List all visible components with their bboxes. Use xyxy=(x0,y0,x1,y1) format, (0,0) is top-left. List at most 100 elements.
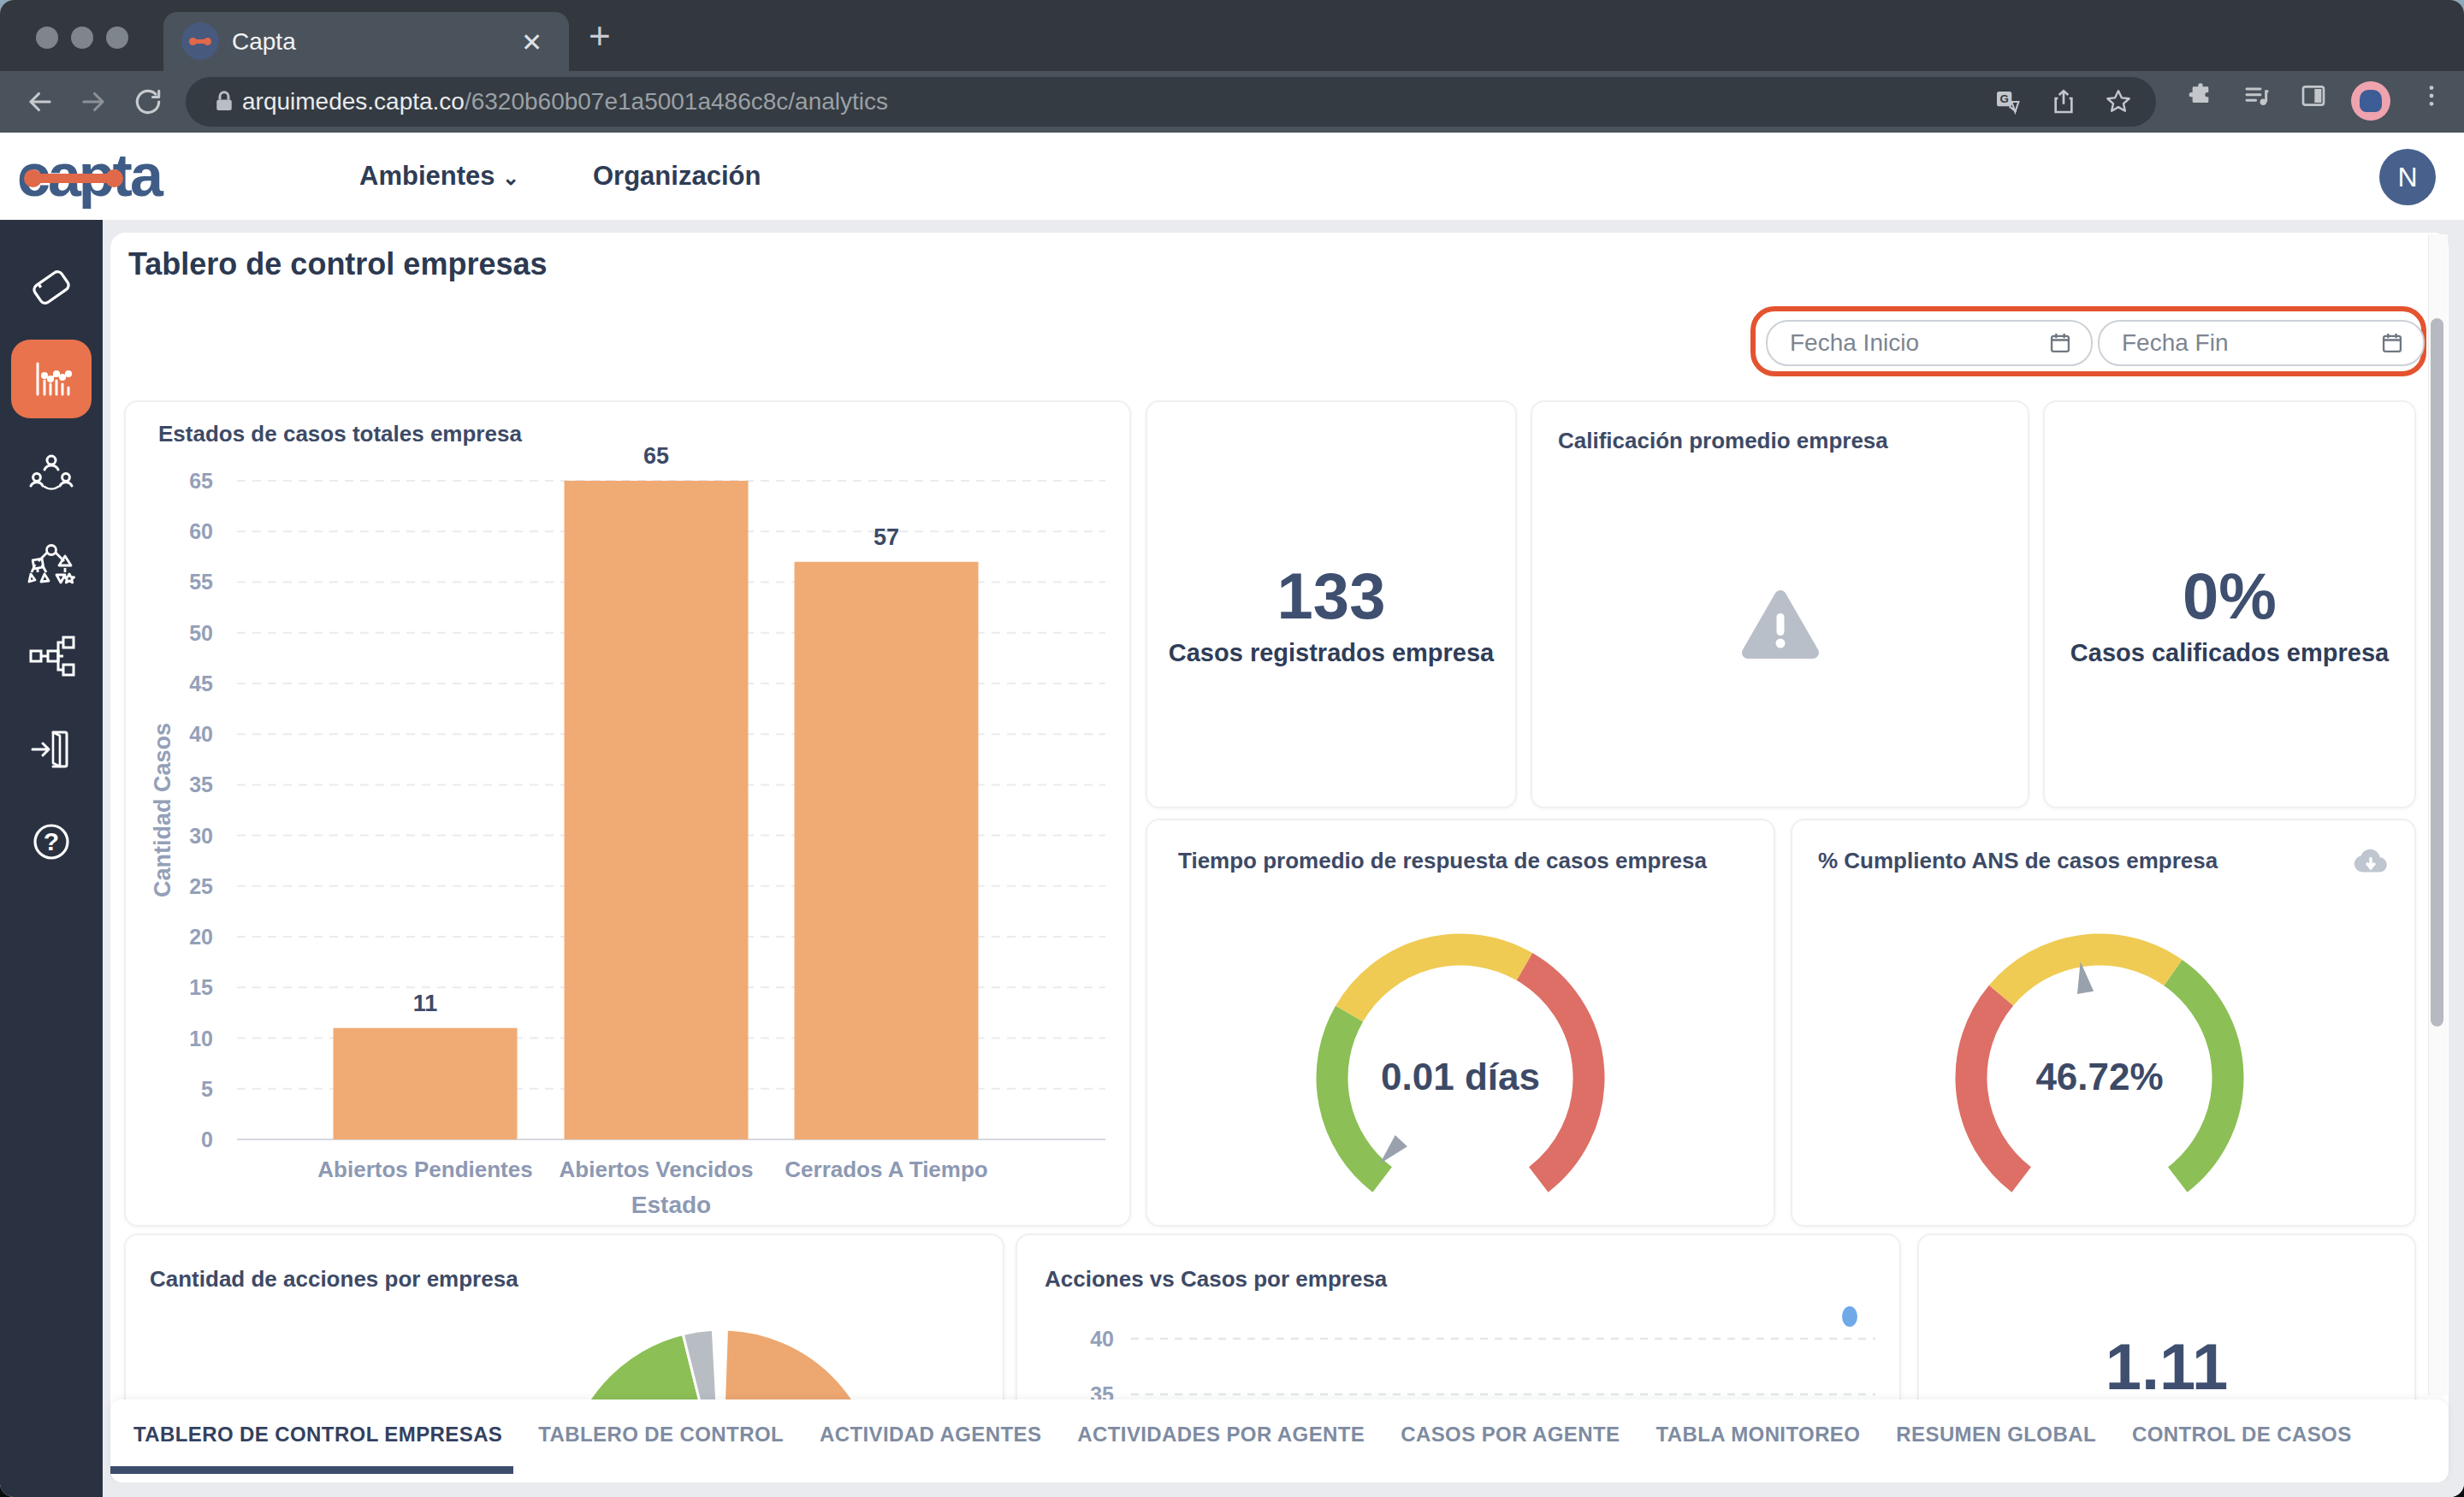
bottom-tab-5[interactable]: TABLA MONITOREO xyxy=(1656,1423,1860,1447)
browser-profile-avatar[interactable] xyxy=(2351,81,2390,121)
active-tab-indicator xyxy=(110,1466,513,1474)
card-casos-registrados: 133 Casos registrados empresa xyxy=(1146,400,1517,808)
app-header: capta Ambientes ⌄ Organización N xyxy=(0,133,2464,220)
rating-card-title: Calificación promedio empresa xyxy=(1558,428,1888,454)
new-tab-button[interactable]: + xyxy=(589,22,611,50)
page-scrollbar-thumb[interactable] xyxy=(2431,318,2443,1027)
user-avatar[interactable]: N xyxy=(2379,149,2436,205)
calendar-icon xyxy=(2048,331,2072,355)
window-minimize-button[interactable] xyxy=(71,27,93,49)
help-icon[interactable]: ? xyxy=(27,818,75,866)
card-gauge-ans: % Cumpliento ANS de casos empresa 46.72% xyxy=(1791,819,2416,1227)
svg-text:Abiertos Pendientes: Abiertos Pendientes xyxy=(317,1157,532,1182)
svg-text:0: 0 xyxy=(201,1127,213,1151)
svg-text:65: 65 xyxy=(643,443,669,469)
team-icon[interactable] xyxy=(27,449,75,497)
svg-text:Cerrados A Tiempo: Cerrados A Tiempo xyxy=(785,1157,987,1182)
extensions-icon[interactable] xyxy=(2187,82,2214,109)
url-text: arquimedes.capta.co/6320b60b07e1a5001a48… xyxy=(242,77,888,127)
page-title: Tablero de control empresas xyxy=(128,246,547,282)
lock-icon xyxy=(211,89,237,115)
svg-text:46.72%: 46.72% xyxy=(2035,1056,2163,1098)
card-calificacion: Calificación promedio empresa xyxy=(1531,400,2029,808)
svg-text:60: 60 xyxy=(189,519,213,543)
bottom-tab-7[interactable]: CONTROL DE CASOS xyxy=(2132,1423,2352,1447)
tab-close-icon[interactable]: ✕ xyxy=(521,27,542,57)
url-bar[interactable]: arquimedes.capta.co/6320b60b07e1a5001a48… xyxy=(186,77,2156,127)
svg-text:25: 25 xyxy=(189,874,213,898)
fecha-inicio-input[interactable]: Fecha Inicio xyxy=(1766,320,2093,366)
svg-text:?: ? xyxy=(44,827,59,855)
reload-icon[interactable] xyxy=(132,86,164,118)
kpi-qualified-label: Casos calificados empresa xyxy=(2045,639,2414,667)
analytics-icon[interactable] xyxy=(27,355,75,403)
svg-text:Cantidad Casos: Cantidad Casos xyxy=(150,723,175,897)
browser-menu-icon[interactable] xyxy=(2418,82,2445,109)
calendar-icon xyxy=(2380,331,2404,355)
browser-titlebar: Capta ✕ + xyxy=(0,0,2464,71)
kpi-ratio-value: 1.11 xyxy=(1919,1329,2414,1404)
tab-title: Capta xyxy=(232,28,296,56)
tree-icon[interactable] xyxy=(27,541,75,589)
media-playlist-icon[interactable] xyxy=(2243,82,2271,109)
gauge-tiempo-title: Tiempo promedio de respuesta de casos em… xyxy=(1178,848,1707,874)
browser-toolbar: arquimedes.capta.co/6320b60b07e1a5001a48… xyxy=(0,71,2464,133)
bar-chart-title: Estados de casos totales empresa xyxy=(158,421,522,447)
nav-ambientes[interactable]: Ambientes ⌄ xyxy=(359,161,519,192)
svg-text:Estado: Estado xyxy=(631,1192,711,1218)
bottom-strip xyxy=(103,1482,2464,1497)
gauge-ans-chart: 46.72% xyxy=(1792,820,2414,1225)
svg-text:35: 35 xyxy=(189,772,213,796)
capta-favicon xyxy=(181,22,219,60)
bar-chart: 05101520253035404550556065Cantidad Casos… xyxy=(126,402,1129,1225)
svg-text:11: 11 xyxy=(413,991,438,1016)
side-panel-icon[interactable] xyxy=(2300,82,2327,109)
svg-text:Abiertos Vencidos: Abiertos Vencidos xyxy=(560,1157,754,1182)
warning-icon xyxy=(1738,586,1823,665)
forward-icon[interactable] xyxy=(77,86,110,118)
ticket-icon[interactable] xyxy=(27,263,75,311)
svg-text:20: 20 xyxy=(189,925,213,949)
bottom-tab-2[interactable]: ACTIVIDAD AGENTES xyxy=(820,1423,1041,1447)
svg-text:15: 15 xyxy=(189,975,213,999)
logout-icon[interactable] xyxy=(27,725,75,773)
svg-text:55: 55 xyxy=(189,570,213,594)
svg-text:40: 40 xyxy=(1090,1327,1114,1351)
svg-text:5: 5 xyxy=(201,1077,213,1101)
svg-text:65: 65 xyxy=(189,469,213,493)
svg-text:57: 57 xyxy=(874,524,899,550)
bottom-tab-4[interactable]: CASOS POR AGENTE xyxy=(1401,1423,1620,1447)
bottom-tab-1[interactable]: TABLERO DE CONTROL xyxy=(538,1423,784,1447)
browser-window: Capta ✕ + arquimedes.capta.co/6320b60b07… xyxy=(0,0,2464,1497)
back-icon[interactable] xyxy=(24,86,56,118)
capta-logo[interactable]: capta xyxy=(17,141,222,210)
kpi-registered-label: Casos registrados empresa xyxy=(1147,639,1515,667)
date-filter-highlight: Fecha Inicio Fecha Fin xyxy=(1750,306,2426,376)
svg-text:40: 40 xyxy=(189,722,213,746)
chevron-down-icon: ⌄ xyxy=(502,166,519,189)
bottom-tab-3[interactable]: ACTIVIDADES POR AGENTE xyxy=(1077,1423,1365,1447)
window-close-button[interactable] xyxy=(36,27,58,49)
bottom-tabs: TABLERO DE CONTROL EMPRESAS TABLERO DE CO… xyxy=(133,1399,2352,1470)
browser-tab[interactable]: Capta ✕ xyxy=(163,12,569,71)
kpi-registered-value: 133 xyxy=(1147,559,1515,633)
bottom-tab-bar: TABLERO DE CONTROL EMPRESAS TABLERO DE CO… xyxy=(110,1399,2449,1482)
svg-text:G: G xyxy=(1999,92,2008,105)
bookmark-star-icon[interactable] xyxy=(2105,88,2132,115)
download-icon[interactable] xyxy=(2351,843,2390,882)
gauge-tiempo-chart: 0.01 días xyxy=(1147,820,1774,1225)
card-casos-calificados: 0% Casos calificados empresa xyxy=(2043,400,2416,808)
card-bar-chart: Estados de casos totales empresa 0 5 10 15 2… xyxy=(124,400,1131,1227)
fecha-fin-input[interactable]: Fecha Fin xyxy=(2098,320,2425,366)
nav-organizacion[interactable]: Organización xyxy=(593,161,761,192)
app-sidebar: ? xyxy=(0,220,103,1497)
bottom-tab-0[interactable]: TABLERO DE CONTROL EMPRESAS xyxy=(133,1423,502,1447)
bottom-tab-6[interactable]: RESUMEN GLOBAL xyxy=(1896,1423,2096,1447)
svg-text:30: 30 xyxy=(189,824,213,848)
share-icon[interactable] xyxy=(2050,88,2077,115)
translate-icon[interactable]: G xyxy=(1993,88,2021,115)
svg-text:45: 45 xyxy=(189,672,213,695)
svg-text:10: 10 xyxy=(189,1027,213,1050)
window-zoom-button[interactable] xyxy=(106,27,128,49)
network-icon[interactable] xyxy=(27,632,75,680)
